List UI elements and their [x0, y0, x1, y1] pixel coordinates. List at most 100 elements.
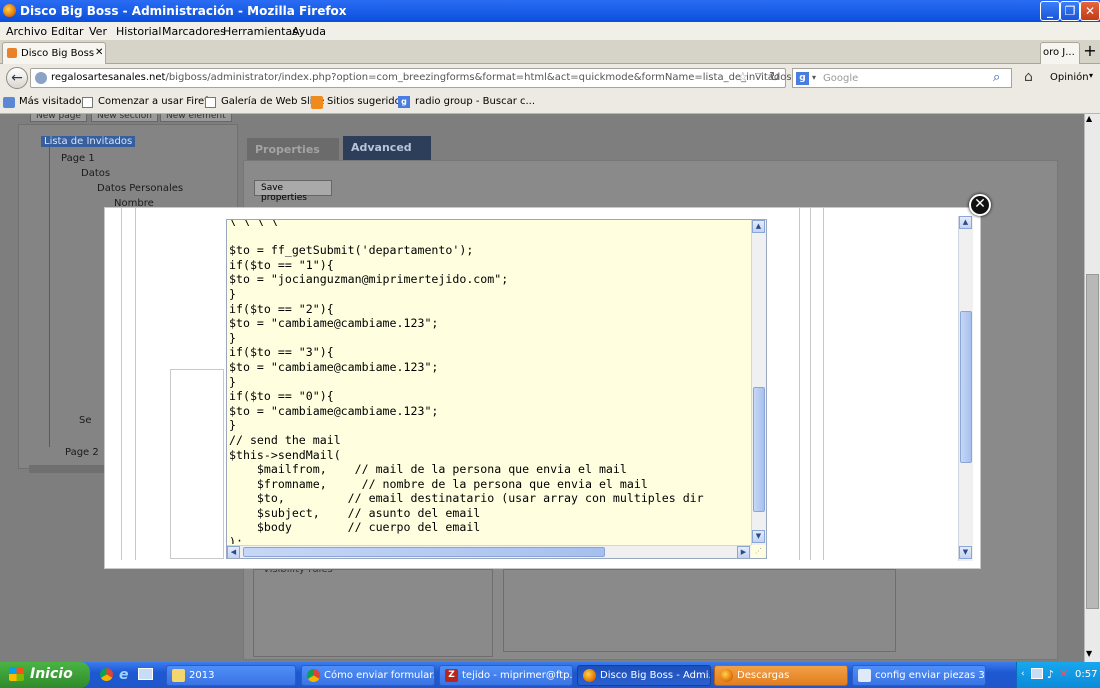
scroll-left-icon[interactable]: ◀ [227, 546, 240, 558]
code-hscroll-thumb[interactable] [243, 547, 605, 557]
modal-scroll-thumb[interactable] [960, 311, 972, 463]
opinion-button[interactable]: Opinión [1050, 72, 1089, 83]
search-input[interactable]: g ▾ Google ⌕ [792, 68, 1012, 88]
save-properties-button[interactable]: Save properties [254, 180, 332, 203]
alert-icon[interactable]: ✕ [1059, 667, 1068, 680]
new-section-button[interactable]: New section [91, 114, 158, 122]
new-tab-button[interactable]: + [1080, 42, 1100, 62]
scroll-up-icon[interactable]: ▲ [1086, 114, 1092, 123]
tree-page-2[interactable]: Page 2 [65, 447, 99, 458]
tab-disco-big-boss[interactable]: Disco Big Boss ... ✕ [2, 42, 106, 70]
divider [121, 208, 122, 560]
task-descargas[interactable]: Descargas [714, 665, 848, 686]
menu-ver[interactable]: Ver [89, 25, 107, 38]
task-label: Descargas [737, 670, 790, 681]
firefox-icon [583, 669, 596, 682]
scroll-up-icon[interactable]: ▲ [752, 220, 765, 233]
scroll-down-icon[interactable]: ▼ [752, 530, 765, 543]
network-icon[interactable] [1031, 668, 1043, 679]
scroll-down-icon[interactable]: ▼ [1086, 649, 1092, 658]
tab-partial[interactable]: oro J... [1040, 42, 1080, 64]
task-filezilla[interactable]: Ztejido - miprimer@ftp.... [439, 665, 573, 686]
resize-grip-icon[interactable]: ⋰ [753, 547, 764, 558]
menu-marcadores[interactable]: Marcadores [162, 25, 226, 38]
code-line: $subject, // asunto del email [229, 505, 481, 520]
new-element-button[interactable]: New element [160, 114, 232, 122]
tab-advanced[interactable]: Advanced [343, 136, 431, 160]
url-bar[interactable]: regalosartesanales.net/bigboss/administr… [30, 68, 837, 88]
code-vscrollbar[interactable]: ▲ ▼ [751, 220, 766, 545]
back-button[interactable]: ← [6, 67, 28, 89]
start-button[interactable]: Inicio [0, 662, 90, 688]
task-label: tejido - miprimer@ftp.... [462, 670, 573, 681]
tree-page-1[interactable]: Page 1 [61, 153, 95, 164]
firefox-icon [720, 669, 733, 682]
url-domain: regalosartesanales.net [51, 72, 166, 83]
task-config-enviar[interactable]: config enviar piezas 3.... [852, 665, 986, 686]
chrome-icon [307, 669, 320, 682]
close-window-button[interactable]: ✕ [1080, 1, 1100, 21]
visibility-rules-box[interactable] [253, 569, 493, 657]
scroll-down-icon[interactable]: ▼ [959, 546, 972, 559]
home-icon[interactable]: ⌂ [1024, 69, 1033, 85]
code-content[interactable]: \ \ \ \ $to = ff_getSubmit('departamento… [227, 220, 751, 544]
code-line: if($to == "1"){ [229, 257, 334, 272]
code-line: } [229, 330, 236, 345]
menu-editar[interactable]: Editar [51, 25, 84, 38]
modal-vscrollbar[interactable]: ▲ ▼ [958, 216, 973, 561]
menu-herramientas[interactable]: Herramientas [223, 25, 298, 38]
code-line: $to, // email destinatario (usar array c… [229, 491, 704, 506]
tab-properties[interactable]: Properties [247, 138, 339, 160]
window-title: Disco Big Boss - Administración - Mozill… [20, 4, 347, 18]
code-vscroll-thumb[interactable] [753, 387, 765, 512]
show-desktop-icon[interactable] [138, 668, 153, 680]
divider [135, 208, 136, 560]
task-disco-big-boss[interactable]: Disco Big Boss - Admi... [577, 665, 711, 686]
opinion-dropdown-icon[interactable]: ▾ [1089, 71, 1093, 80]
task-2013[interactable]: 2013 [166, 665, 296, 686]
divider [799, 208, 800, 560]
tray-expand-icon[interactable]: ‹ [1021, 669, 1025, 679]
chrome-icon[interactable] [100, 668, 113, 681]
menu-archivo[interactable]: Archivo [6, 25, 47, 38]
bookmark-mas-visitados[interactable]: Más visitados [19, 96, 87, 107]
tree-datos-personales[interactable]: Datos Personales [97, 183, 183, 194]
menu-historial[interactable]: Historial [116, 25, 161, 38]
minimize-button[interactable]: _ [1040, 1, 1060, 21]
bookmark-sitios[interactable]: Sitios sugeridos [327, 96, 406, 107]
dropdown-icon[interactable]: ▽ [755, 72, 762, 82]
scroll-right-icon[interactable]: ▶ [737, 546, 750, 558]
scroll-up-icon[interactable]: ▲ [959, 216, 972, 229]
search-engine-dropdown-icon[interactable]: ▾ [812, 73, 816, 82]
tree-se[interactable]: Se [79, 415, 92, 426]
search-icon[interactable]: ⌕ [993, 70, 1000, 85]
bookmark-radio-group[interactable]: radio group - Buscar c... [415, 96, 535, 107]
tree-root[interactable]: Lista de Invitados [41, 136, 136, 147]
ie-icon[interactable]: e [119, 667, 129, 683]
task-como-enviar[interactable]: Cómo enviar formular... [301, 665, 435, 686]
page-scroll-thumb[interactable] [1086, 274, 1099, 609]
menu-ayuda[interactable]: Ayuda [292, 25, 326, 38]
menu-bar: Archivo Editar Ver Historial Marcadores … [0, 22, 1100, 40]
code-hscrollbar[interactable]: ◀ ▶ [227, 545, 751, 558]
page-scrollbar[interactable]: ▲ ▼ [1084, 114, 1100, 662]
code-textarea[interactable]: \ \ \ \ $to = ff_getSubmit('departamento… [226, 219, 767, 559]
side-textarea[interactable] [170, 369, 224, 559]
task-label: Disco Big Boss - Admi... [600, 670, 711, 681]
bookmark-comenzar[interactable]: Comenzar a usar Firef... [98, 96, 216, 107]
maximize-button[interactable]: ❐ [1060, 1, 1080, 21]
new-page-button[interactable]: New page [30, 114, 87, 122]
volume-icon[interactable]: ♪ [1047, 668, 1054, 681]
folder-icon [172, 669, 185, 682]
modal-close-button[interactable]: ✕ [969, 194, 991, 216]
tree-datos[interactable]: Datos [81, 168, 110, 179]
tab-close-icon[interactable]: ✕ [95, 47, 103, 58]
reload-icon[interactable]: ↻ [769, 70, 780, 85]
code-line: $mailfrom, // mail de la persona que env… [229, 462, 627, 477]
bookmark-galeria[interactable]: Galería de Web Slice [221, 96, 324, 107]
star-icon[interactable]: ☆ [737, 70, 749, 85]
code-line: } [229, 286, 236, 301]
code-line: if($to == "2"){ [229, 301, 334, 316]
rules-box-right[interactable] [503, 569, 896, 652]
